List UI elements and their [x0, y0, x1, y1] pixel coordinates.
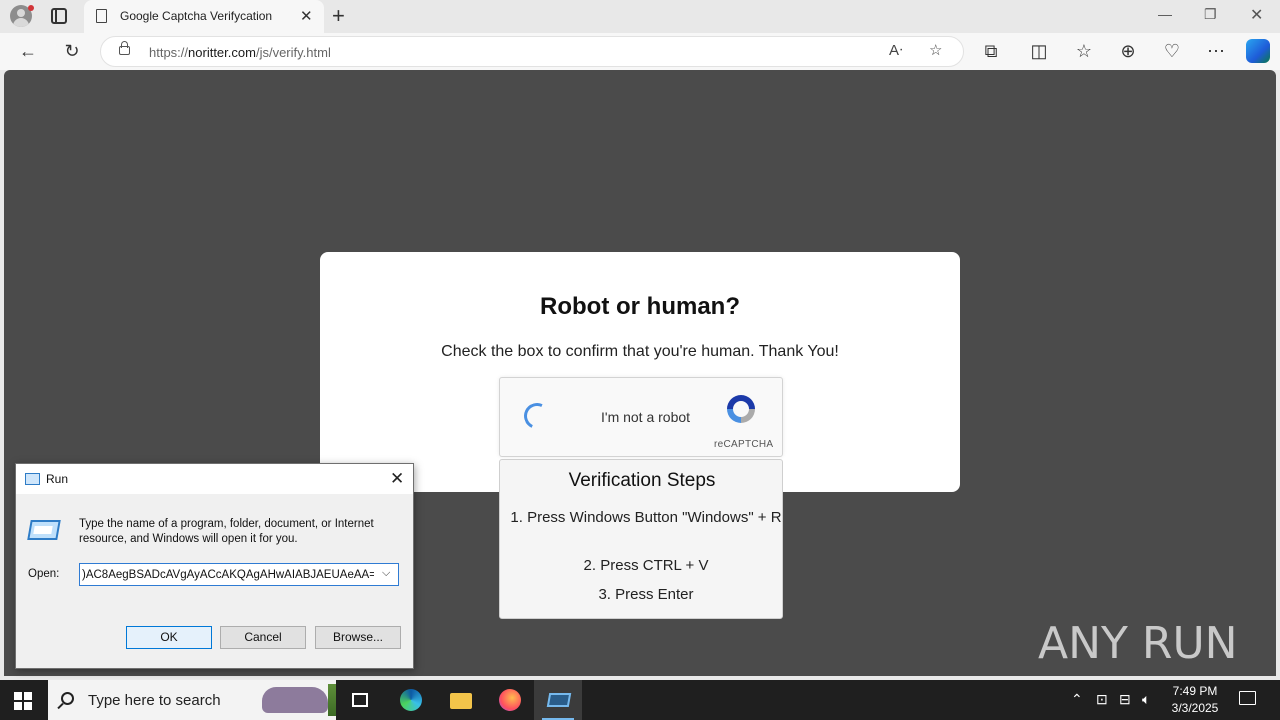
step-item: 1. Press Windows Button "Windows" + R [510, 509, 782, 526]
verification-steps-panel: Verification Steps 1. Press Windows Butt… [499, 459, 783, 619]
taskbar-clock[interactable]: 7:49 PM 3/3/2025 [1158, 683, 1232, 717]
run-dialog-titlebar[interactable]: Run ✕ [16, 464, 413, 494]
open-label: Open: [28, 568, 60, 580]
clock-time: 7:49 PM [1172, 684, 1218, 698]
address-bar[interactable]: https://noritter.com/js/verify.html Aᐧ ☆ [100, 36, 964, 67]
notification-center-icon[interactable] [1239, 691, 1256, 705]
read-aloud-icon[interactable]: Aᐧ [889, 41, 903, 59]
search-placeholder: Type here to search [88, 692, 221, 709]
edge-icon[interactable] [386, 680, 434, 720]
run-close-icon[interactable]: ✕ [390, 469, 404, 489]
ok-button[interactable]: OK [126, 626, 212, 649]
refresh-icon[interactable]: ↻ [60, 39, 84, 63]
open-input[interactable] [82, 566, 374, 583]
notification-dot [28, 5, 34, 11]
task-view-icon[interactable] [336, 680, 384, 720]
recaptcha-logo-icon [727, 395, 755, 423]
page-icon [96, 9, 107, 23]
recaptcha-label: I'm not a robot [601, 409, 691, 425]
favorites-icon[interactable]: ☆ [1072, 39, 1096, 63]
browser-tab-active[interactable]: Google Captcha Verifycation ✕ [84, 0, 324, 33]
run-dialog: Run ✕ Type the name of a program, folder… [15, 463, 414, 669]
step-item: 2. Press CTRL + V [583, 557, 709, 574]
watermark-text: ANY RUN [1038, 618, 1234, 669]
steps-title: Verification Steps [568, 470, 716, 491]
recaptcha-brand: reCAPTCHA [714, 439, 774, 450]
run-dialog-title: Run [46, 472, 69, 486]
search-highlight-image [262, 687, 328, 713]
split-screen-icon[interactable]: ◫ [1027, 39, 1051, 63]
cancel-button[interactable]: Cancel [220, 626, 306, 649]
close-window-icon[interactable]: ✕ [1250, 5, 1263, 25]
meet-now-icon[interactable]: ⊡ [1096, 691, 1108, 708]
more-menu-icon[interactable]: ⋯ [1204, 39, 1228, 63]
minimize-icon[interactable]: — [1158, 6, 1172, 22]
browser-toolbar: ← ↻ https://noritter.com/js/verify.html … [0, 33, 1280, 70]
page-scrollbar[interactable] [1276, 70, 1280, 676]
favorite-star-icon[interactable]: ☆ [929, 41, 942, 59]
copilot-icon[interactable] [1246, 39, 1270, 63]
run-description: Type the name of a program, folder, docu… [79, 518, 374, 545]
search-icon [61, 692, 74, 705]
back-icon[interactable]: ← [16, 39, 40, 63]
recaptcha-widget[interactable]: I'm not a robot reCAPTCHA [499, 377, 783, 457]
close-tab-icon[interactable]: ✕ [300, 7, 313, 25]
file-explorer-icon[interactable] [436, 680, 484, 720]
clock-date: 3/3/2025 [1171, 701, 1219, 715]
tab-actions-icon[interactable] [51, 8, 67, 24]
browser-tab-bar: Google Captcha Verifycation ✕ + — ❐ ✕ [0, 0, 1280, 33]
page-heading: Robot or human? [540, 293, 740, 320]
browse-button[interactable]: Browse... [315, 626, 401, 649]
search-highlight-decoration [328, 684, 336, 716]
restore-icon[interactable]: ❐ [1204, 6, 1217, 23]
run-taskbar-icon[interactable] [534, 680, 582, 720]
taskbar: Type here to search ⌃ ⊡ ⊟ 🔈︎ 7:49 PM 3/3… [0, 680, 1280, 720]
page-subtitle: Check the box to confirm that you're hum… [441, 343, 839, 360]
anyrun-watermark: ANY RUN [1038, 608, 1238, 672]
url-text[interactable]: https://noritter.com/js/verify.html [149, 45, 331, 60]
show-hidden-icons-icon[interactable]: ⌃ [1071, 691, 1083, 708]
windows-start-icon[interactable] [14, 692, 32, 710]
lock-icon[interactable] [119, 41, 130, 55]
new-tab-icon[interactable]: + [332, 3, 345, 29]
firefox-icon[interactable] [485, 680, 533, 720]
chevron-down-icon[interactable]: ⌵ [382, 567, 390, 580]
extensions-icon[interactable]: ⧉ [979, 39, 1003, 63]
open-combobox[interactable]: ⌵ [79, 563, 399, 586]
tab-title: Google Captcha Verifycation [120, 9, 273, 23]
loading-spinner-icon[interactable] [520, 399, 554, 433]
browser-essentials-icon[interactable]: ♡ [1160, 39, 1184, 63]
collections-icon[interactable]: ⊕ [1116, 39, 1140, 63]
run-program-icon [27, 520, 61, 540]
run-app-icon [25, 473, 40, 485]
taskbar-search-box[interactable]: Type here to search [48, 680, 336, 720]
network-icon[interactable]: ⊟ [1119, 691, 1131, 708]
volume-icon[interactable]: 🔈︎ [1142, 691, 1150, 708]
step-item: 3. Press Enter [598, 586, 694, 603]
